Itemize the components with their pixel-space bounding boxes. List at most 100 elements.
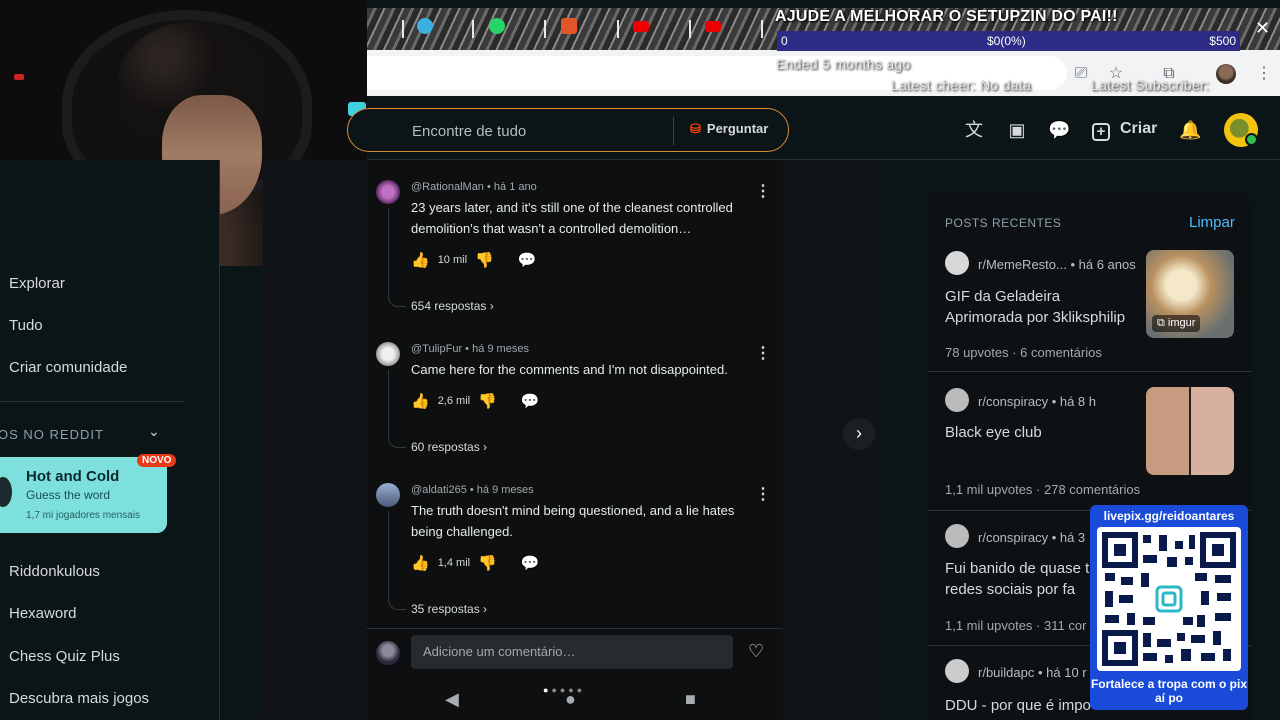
thumbs-down-icon[interactable]: 👎 — [478, 392, 497, 410]
reply-icon[interactable]: 💬 — [521, 554, 540, 572]
more-options-icon[interactable]: ⋮ — [755, 484, 771, 504]
recent-posts-title: POSTS RECENTES — [945, 216, 1062, 230]
post-subreddit[interactable]: r/buildapc — [978, 665, 1034, 680]
thumbs-up-icon[interactable]: 👍 — [411, 554, 430, 572]
comment-input[interactable]: Adicione um comentário… — [411, 635, 733, 669]
goal-start: 0 — [781, 34, 788, 48]
next-arrow-button[interactable]: › — [843, 418, 875, 450]
post-time: há 6 anos — [1078, 257, 1136, 272]
user-avatar[interactable] — [1224, 113, 1258, 147]
recents-square-icon[interactable]: ■ — [685, 689, 696, 710]
comment-author[interactable]: @TulipFur — [411, 343, 462, 355]
thumbs-down-icon[interactable]: 👎 — [475, 251, 494, 269]
left-sidebar: Explorar Tudo Criar comunidade OS NO RED… — [0, 160, 220, 720]
post-stats: 1,1 mil upvotes · 278 comentários — [945, 482, 1141, 497]
post-subreddit[interactable]: r/conspiracy — [978, 394, 1048, 409]
thumbs-down-icon[interactable]: 👎 — [478, 554, 497, 572]
replies-count: 654 respostas — [411, 299, 487, 313]
sidebar-item-explore[interactable]: Explorar — [9, 275, 65, 292]
chat-icon[interactable]: 💬 — [1048, 119, 1070, 141]
sidebar-item-all[interactable]: Tudo — [9, 317, 43, 334]
thread-branch — [388, 293, 406, 307]
thread-line — [388, 511, 389, 596]
view-replies-link[interactable]: 654 respostas › — [411, 299, 494, 313]
featured-game-card[interactable]: Hot and Cold Guess the word 1,7 mi jogad… — [0, 457, 167, 533]
comment-avatar[interactable] — [376, 342, 400, 366]
browser-profile-avatar[interactable] — [1216, 64, 1236, 84]
games-section-title[interactable]: OS NO REDDIT — [0, 427, 104, 442]
tab-favicon-1[interactable] — [417, 18, 433, 34]
post-subreddit[interactable]: r/MemeResto... — [978, 257, 1067, 272]
search-divider — [673, 117, 674, 145]
tab-separator — [617, 20, 619, 38]
advertise-icon[interactable]: ▣ — [1006, 119, 1028, 141]
game-logo — [0, 477, 12, 507]
search-input[interactable]: Encontre de tudo — [412, 123, 526, 140]
comment-author[interactable]: @aldati265 — [411, 484, 467, 496]
window-close-icon[interactable]: ✕ — [1255, 18, 1270, 39]
like-count: 10 mil — [437, 254, 468, 266]
comment-meta: @RationalMan • há 1 ano — [411, 181, 537, 193]
comment-avatar[interactable] — [376, 483, 400, 507]
back-triangle-icon[interactable]: ◀ — [445, 689, 459, 710]
more-options-icon[interactable]: ⋮ — [755, 343, 771, 363]
ask-button[interactable]: ⛁ Perguntar — [690, 121, 768, 137]
youtube-tab-icon[interactable] — [705, 21, 721, 32]
post-divider — [928, 371, 1251, 372]
post-thumbnail[interactable]: ⧉ imgur — [1146, 250, 1234, 338]
reply-icon[interactable]: 💬 — [518, 251, 537, 269]
comment-meta: @aldati265 • há 9 meses — [411, 484, 534, 496]
sidebar-game-hexaword[interactable]: Hexaword — [9, 605, 77, 622]
post-title[interactable]: Black eye club — [945, 422, 1140, 443]
latest-cheer-text: Latest cheer: No data — [891, 77, 1032, 93]
reply-icon[interactable]: 💬 — [521, 392, 540, 410]
answers-icon: ⛁ — [690, 121, 701, 136]
search-bar[interactable]: Encontre de tudo ⛁ Perguntar — [347, 108, 789, 152]
create-post-button[interactable]: + Criar — [1092, 120, 1157, 141]
sidebar-game-chess-quiz-plus[interactable]: Chess Quiz Plus — [9, 648, 120, 665]
comment-actions: 👍 10 mil 👎 💬 — [411, 251, 536, 269]
tab-separator — [544, 20, 546, 38]
qr-code — [1097, 527, 1241, 671]
install-app-icon[interactable]: ⎚ — [1072, 65, 1090, 83]
clear-recent-button[interactable]: Limpar — [1189, 214, 1235, 231]
post-upvotes: 78 upvotes — [945, 345, 1009, 360]
chevron-down-icon[interactable]: ⌄ — [148, 423, 160, 440]
post-stats: 78 upvotes · 6 comentários — [945, 345, 1102, 360]
browser-menu-icon[interactable]: ⋮ — [1255, 65, 1273, 83]
comment-time: há 1 ano — [493, 181, 537, 193]
imgur-link-tag: ⧉ imgur — [1152, 315, 1201, 332]
view-replies-link[interactable]: 35 respostas › — [411, 602, 487, 616]
comment-meta: @TulipFur • há 9 meses — [411, 343, 529, 355]
create-label: Criar — [1120, 120, 1158, 137]
like-count: 1,4 mil — [437, 557, 471, 569]
post-stats: 1,1 mil upvotes · 311 cor — [945, 618, 1087, 633]
whatsapp-tab-icon[interactable] — [489, 18, 505, 34]
sidebar-item-create-community[interactable]: Criar comunidade — [9, 359, 127, 376]
youtube-tab-icon[interactable] — [633, 21, 649, 32]
sidebar-discover-games[interactable]: Descubra mais jogos — [9, 690, 149, 707]
phone-nav-bar: ●●●●● ◀ ● ■ — [367, 685, 783, 715]
post-subreddit[interactable]: r/conspiracy — [978, 530, 1048, 545]
comment-author[interactable]: @RationalMan — [411, 181, 484, 193]
sidebar-game-riddonkulous[interactable]: Riddonkulous — [9, 563, 100, 580]
subreddit-icon — [945, 388, 969, 412]
thumbs-up-icon[interactable]: 👍 — [411, 251, 430, 269]
notifications-bell-icon[interactable]: 🔔 — [1179, 119, 1201, 141]
ask-button-label: Perguntar — [706, 121, 769, 136]
comment-avatar[interactable] — [376, 180, 400, 204]
donation-goal-title: AJUDE A MELHORAR O SETUPZIN DO PAI!! — [775, 8, 1118, 25]
thumbs-up-icon[interactable]: 👍 — [411, 392, 430, 410]
award-icon[interactable]: ♡ — [748, 641, 764, 662]
translate-icon[interactable]: 文 — [963, 119, 985, 141]
game-title: Hot and Cold — [26, 468, 120, 485]
post-title[interactable]: GIF da Geladeira Aprimorada por 3kliksph… — [945, 286, 1140, 328]
post-thumbnail[interactable] — [1146, 387, 1234, 475]
view-replies-link[interactable]: 60 respostas › — [411, 440, 487, 454]
thread-branch — [388, 434, 406, 448]
home-circle-icon[interactable]: ● — [565, 689, 576, 710]
more-options-icon[interactable]: ⋮ — [755, 181, 771, 201]
bookmark-tab-icon[interactable] — [561, 18, 577, 34]
post-upvotes: 1,1 mil upvotes — [945, 618, 1033, 633]
subreddit-icon — [945, 524, 969, 548]
